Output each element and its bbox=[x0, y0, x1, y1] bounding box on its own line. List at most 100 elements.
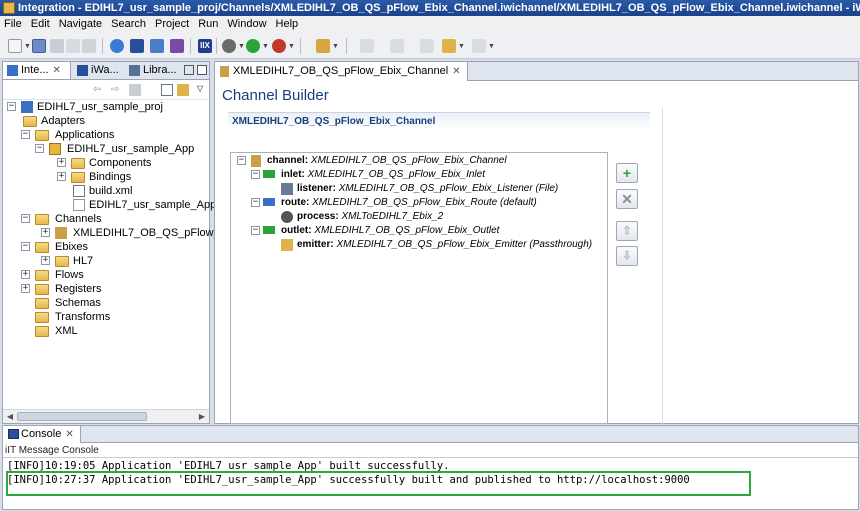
collapse-icon[interactable]: − bbox=[237, 156, 246, 165]
node-inlet[interactable]: − inlet: XMLEDIHL7_OB_QS_pFlow_Ebix_Inle… bbox=[251, 168, 485, 182]
up-icon[interactable] bbox=[129, 84, 141, 96]
link-editor-icon[interactable] bbox=[177, 84, 189, 96]
node-route[interactable]: − route: XMLEDIHL7_OB_QS_pFlow_Ebix_Rout… bbox=[251, 196, 537, 210]
pencil-dropdown-icon[interactable]: ▼ bbox=[332, 43, 339, 50]
back-dropdown-icon[interactable]: ▼ bbox=[458, 43, 465, 50]
copy-icon[interactable] bbox=[66, 39, 80, 53]
close-icon[interactable]: ✕ bbox=[452, 66, 460, 77]
channel-key: channel: bbox=[267, 155, 309, 166]
tree-item-flows[interactable]: + Flows bbox=[7, 268, 84, 282]
debug-dropdown-icon[interactable]: ▼ bbox=[238, 43, 245, 50]
scroll-thumb[interactable] bbox=[17, 412, 147, 421]
menu-project[interactable]: Project bbox=[151, 16, 194, 33]
editor-tab-channel[interactable]: XMLEDIHL7_OB_QS_pFlow_Ebix_Channel ✕ bbox=[215, 62, 468, 81]
collapse-icon[interactable]: − bbox=[21, 242, 30, 251]
menu-edit[interactable]: Edit bbox=[27, 16, 55, 33]
horizontal-scrollbar[interactable]: ◀ ▶ bbox=[3, 409, 209, 423]
print-icon[interactable] bbox=[82, 39, 96, 53]
external-tools-dropdown-icon[interactable]: ▼ bbox=[288, 43, 295, 50]
debug-icon[interactable] bbox=[222, 39, 236, 53]
external-tools-icon[interactable] bbox=[272, 39, 286, 53]
tree-item-adapters[interactable]: Adapters bbox=[21, 114, 85, 128]
node-channel[interactable]: − channel: XMLEDIHL7_OB_QS_pFlow_Ebix_Ch… bbox=[237, 154, 507, 168]
wizard-icon[interactable] bbox=[170, 39, 184, 53]
iit-icon[interactable]: IIX bbox=[198, 39, 212, 53]
tab-console[interactable]: Console ✕ bbox=[3, 426, 81, 443]
close-icon[interactable]: ✕ bbox=[53, 65, 61, 76]
publish-icon[interactable] bbox=[150, 39, 164, 53]
tree-item-iia[interactable]: EDIHL7_usr_sample_App.iia bbox=[71, 198, 230, 212]
forward-dropdown-icon[interactable]: ▼ bbox=[488, 43, 495, 50]
tree-item-xml[interactable]: XML bbox=[21, 324, 78, 338]
maximize-icon[interactable] bbox=[197, 65, 207, 75]
expand-icon[interactable]: + bbox=[57, 158, 66, 167]
tab-integration[interactable]: Inte... ✕ bbox=[3, 62, 71, 79]
deploy-icon[interactable] bbox=[130, 39, 144, 53]
menu-search[interactable]: Search bbox=[107, 16, 151, 33]
tree-item-app[interactable]: − EDIHL7_usr_sample_App bbox=[31, 142, 194, 156]
applications-label: Applications bbox=[55, 129, 115, 141]
tree-item-schemas[interactable]: Schemas bbox=[21, 296, 101, 310]
back-icon[interactable] bbox=[442, 39, 456, 53]
tree-item-build-xml[interactable]: build.xml bbox=[71, 184, 132, 198]
expand-icon[interactable]: + bbox=[21, 284, 30, 293]
tree-item-project[interactable]: − EDIHL7_usr_sample_proj bbox=[7, 100, 163, 114]
collapse-icon[interactable]: − bbox=[21, 214, 30, 223]
menu-navigate[interactable]: Navigate bbox=[55, 16, 107, 33]
move-down-button[interactable]: ⇩ bbox=[616, 246, 638, 266]
expand-icon[interactable]: + bbox=[41, 256, 50, 265]
collapse-icon[interactable]: − bbox=[251, 198, 260, 207]
tree-item-transforms[interactable]: Transforms bbox=[21, 310, 110, 324]
minimize-icon[interactable] bbox=[184, 65, 194, 75]
expand-icon[interactable]: + bbox=[41, 228, 50, 237]
delete-button[interactable]: ✕ bbox=[616, 189, 638, 209]
close-icon[interactable]: ✕ bbox=[65, 429, 73, 440]
tree-item-applications[interactable]: − Applications bbox=[7, 128, 114, 142]
collapse-icon[interactable]: − bbox=[251, 170, 260, 179]
tree-item-hl7[interactable]: + HL7 bbox=[41, 254, 93, 268]
tree-item-components[interactable]: + Components bbox=[57, 156, 151, 170]
collapse-icon[interactable]: − bbox=[251, 226, 260, 235]
node-process[interactable]: process: XMLToEDIHL7_Ebix_2 bbox=[279, 210, 443, 224]
tree-item-bindings[interactable]: + Bindings bbox=[57, 170, 131, 184]
collapse-icon[interactable]: − bbox=[7, 102, 16, 111]
back-arrow-icon[interactable]: ⇦ bbox=[93, 84, 105, 96]
tree-item-channels[interactable]: − Channels bbox=[7, 212, 101, 226]
collapse-icon[interactable]: − bbox=[35, 144, 44, 153]
save-icon[interactable] bbox=[32, 39, 46, 53]
collapse-all-icon[interactable] bbox=[161, 84, 173, 96]
node-outlet[interactable]: − outlet: XMLEDIHL7_OB_QS_pFlow_Ebix_Out… bbox=[251, 224, 499, 238]
run-dropdown-icon[interactable]: ▼ bbox=[262, 43, 269, 50]
view-menu-icon[interactable]: ▽ bbox=[197, 84, 209, 96]
new-dropdown-icon[interactable]: ▼ bbox=[24, 43, 31, 50]
pencil-icon[interactable] bbox=[316, 39, 330, 53]
tab-iway[interactable]: iWa... bbox=[73, 62, 123, 79]
add-button[interactable]: + bbox=[616, 163, 638, 183]
node-listener[interactable]: listener: XMLEDIHL7_OB_QS_pFlow_Ebix_Lis… bbox=[279, 182, 558, 196]
tab-library[interactable]: Libra... bbox=[125, 62, 181, 79]
menu-window[interactable]: Window bbox=[223, 16, 271, 33]
forward-icon[interactable] bbox=[472, 39, 486, 53]
menu-file[interactable]: File bbox=[0, 16, 27, 33]
last-edit-icon[interactable] bbox=[420, 39, 434, 53]
run-icon[interactable] bbox=[246, 39, 260, 53]
folder-icon bbox=[35, 270, 49, 281]
menu-help[interactable]: Help bbox=[272, 16, 304, 33]
collapse-icon[interactable]: − bbox=[21, 130, 30, 139]
window-title: Integration - EDIHL7_usr_sample_proj/Cha… bbox=[18, 2, 860, 14]
expand-icon[interactable]: + bbox=[57, 172, 66, 181]
forward-arrow-icon[interactable]: ⇨ bbox=[111, 84, 123, 96]
save-all-icon[interactable] bbox=[50, 39, 64, 53]
tree-item-ebixes[interactable]: − Ebixes bbox=[7, 240, 88, 254]
tree-item-registers[interactable]: + Registers bbox=[7, 282, 101, 296]
scroll-right-icon[interactable]: ▶ bbox=[196, 411, 208, 423]
expand-icon[interactable]: + bbox=[21, 270, 30, 279]
new-icon[interactable] bbox=[8, 39, 22, 53]
globe-icon[interactable] bbox=[110, 39, 124, 53]
move-up-button[interactable]: ⇧ bbox=[616, 221, 638, 241]
node-emitter[interactable]: emitter: XMLEDIHL7_OB_QS_pFlow_Ebix_Emit… bbox=[279, 238, 592, 252]
scroll-left-icon[interactable]: ◀ bbox=[4, 411, 16, 423]
menu-run[interactable]: Run bbox=[194, 16, 223, 33]
next-annotation-icon[interactable] bbox=[360, 39, 374, 53]
prev-annotation-icon[interactable] bbox=[390, 39, 404, 53]
